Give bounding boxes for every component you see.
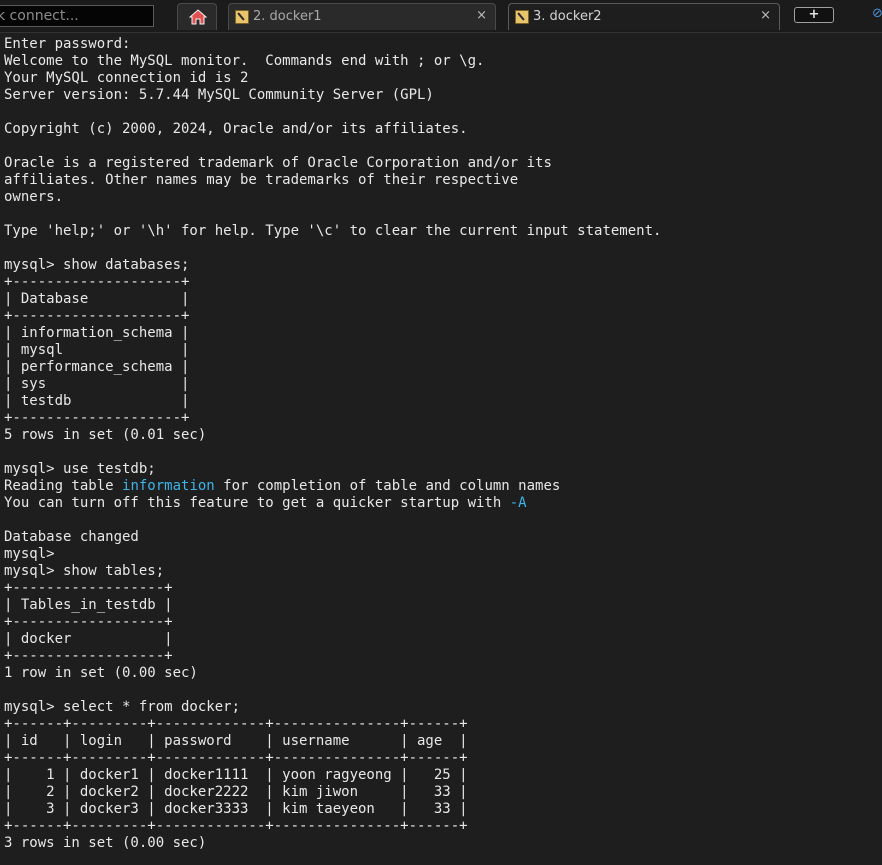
terminal-line: owners. — [4, 189, 64, 205]
quick-connect-input[interactable]: k connect... — [0, 5, 154, 27]
terminal-line: Your MySQL connection id is 2 — [4, 70, 249, 86]
terminal-line: Reading table information for completion… — [4, 478, 561, 494]
terminal-line: affiliates. Other names may be trademark… — [4, 172, 519, 188]
terminal-line: | sys | — [4, 376, 190, 392]
tab-docker1[interactable]: 2. docker1 × — [228, 3, 496, 30]
terminal-line: +------+---------+-------------+--------… — [4, 750, 468, 766]
terminal-line: +--------------------+ — [4, 308, 190, 324]
terminal-line: +------+---------+-------------+--------… — [4, 818, 468, 834]
terminal-output[interactable]: Enter password: Welcome to the MySQL moni… — [4, 36, 882, 852]
terminal-line: mysql> show databases; — [4, 257, 190, 273]
terminal-window: k connect... 2. docker1 × 3. docker2 × +… — [0, 0, 882, 865]
terminal-line: mysql> show tables; — [4, 563, 165, 579]
terminal-line: | mysql | — [4, 342, 190, 358]
highlighted-text: -A — [509, 495, 527, 511]
terminal-line: Welcome to the MySQL monitor. Commands e… — [4, 53, 485, 69]
terminal-session-icon — [235, 10, 249, 24]
terminal-line: | Database | — [4, 291, 190, 307]
terminal-line: | docker | — [4, 631, 173, 647]
terminal-line: | information_schema | — [4, 325, 190, 341]
terminal-line: 1 row in set (0.00 sec) — [4, 665, 198, 681]
terminal-line: Oracle is a registered trademark of Orac… — [4, 155, 552, 171]
tab-bar: k connect... 2. docker1 × 3. docker2 × +… — [0, 0, 882, 33]
close-icon[interactable]: × — [760, 8, 771, 23]
terminal-line: mysql> — [4, 546, 55, 562]
terminal-line: You can turn off this feature to get a q… — [4, 495, 527, 511]
terminal-line: +------------------+ — [4, 648, 173, 664]
terminal-line: Copyright (c) 2000, 2024, Oracle and/or … — [4, 121, 468, 137]
terminal-line: | 1 | docker1 | docker1111 | yoon ragyeo… — [4, 767, 468, 783]
tab-label: 3. docker2 — [533, 9, 602, 24]
terminal-line: Enter password: — [4, 36, 131, 52]
terminal-line: Type 'help;' or '\h' for help. Type '\c'… — [4, 223, 662, 239]
terminal-line: | 2 | docker2 | docker2222 | kim jiwon |… — [4, 784, 468, 800]
highlighted-text: information — [122, 478, 215, 494]
terminal-line: +------------------+ — [4, 614, 173, 630]
terminal-line: +------+---------+-------------+--------… — [4, 716, 468, 732]
terminal-line: | id | login | password | username | age… — [4, 733, 468, 749]
terminal-line: +--------------------+ — [4, 274, 190, 290]
tab-docker2[interactable]: 3. docker2 × — [508, 3, 780, 30]
terminal-line: 5 rows in set (0.01 sec) — [4, 427, 207, 443]
terminal-line: +--------------------+ — [4, 410, 190, 426]
home-icon — [189, 9, 207, 25]
terminal-line: mysql> use testdb; — [4, 461, 156, 477]
terminal-line: 3 rows in set (0.00 sec) — [4, 835, 207, 851]
new-tab-button[interactable]: + — [794, 7, 834, 23]
terminal-line: | testdb | — [4, 393, 190, 409]
tab-label: 2. docker1 — [253, 9, 322, 24]
attachment-icon[interactable]: ⊘ — [872, 6, 882, 22]
terminal-line: | Tables_in_testdb | — [4, 597, 173, 613]
terminal-line: Database changed — [4, 529, 139, 545]
terminal-session-icon — [515, 10, 529, 24]
close-icon[interactable]: × — [476, 8, 487, 23]
terminal-line: +------------------+ — [4, 580, 173, 596]
terminal-line: | 3 | docker3 | docker3333 | kim taeyeon… — [4, 801, 468, 817]
terminal-line: Server version: 5.7.44 MySQL Community S… — [4, 87, 434, 103]
terminal-line: mysql> select * from docker; — [4, 699, 241, 715]
terminal-line: | performance_schema | — [4, 359, 190, 375]
home-tab[interactable] — [177, 3, 217, 30]
